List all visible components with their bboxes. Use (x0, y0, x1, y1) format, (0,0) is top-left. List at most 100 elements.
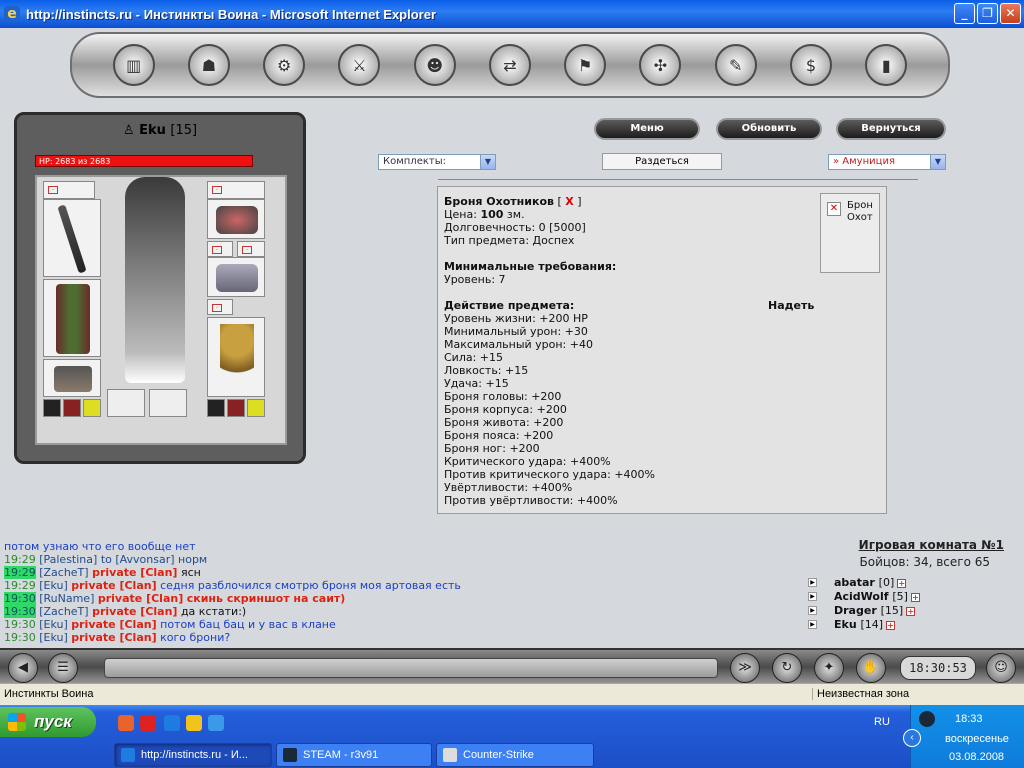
chat-nick[interactable]: [Eku] (39, 631, 68, 644)
taskbar-item[interactable]: STEAM - r3v91 (276, 743, 432, 767)
sword-icon[interactable]: ⚔ (338, 44, 381, 86)
slot-ring-3[interactable] (83, 399, 101, 417)
chevron-left-icon[interactable]: ‹ (903, 729, 921, 747)
player-add-icon[interactable]: + (906, 606, 916, 616)
back-arrow-button[interactable]: ◀ (8, 653, 38, 683)
chat-private-tag[interactable]: private [Clan] (71, 579, 156, 592)
chat-nick[interactable]: [ZacheT] (39, 605, 88, 618)
back-button[interactable]: Вернуться (836, 118, 946, 140)
quicklaunch-media-icon[interactable] (186, 715, 202, 731)
slot-gloves[interactable] (207, 199, 265, 239)
slot-ring-5[interactable] (227, 399, 245, 417)
forward-button[interactable]: ≫ (730, 653, 760, 683)
slot-boots-right[interactable] (149, 389, 187, 417)
tray-clock[interactable]: 18:33 (955, 713, 983, 725)
player-add-icon[interactable]: + (910, 592, 920, 602)
player-expand-icon[interactable]: ▶ (808, 592, 817, 601)
sets-select[interactable]: Комплекты: ▼ (378, 154, 496, 170)
gear-icon[interactable]: ⚙ (263, 44, 306, 86)
slot-small-3[interactable]: · (207, 299, 233, 315)
player-expand-icon[interactable]: ▶ (808, 606, 817, 615)
chat-nick[interactable]: [Eku] (39, 618, 68, 631)
chat-nick[interactable]: [Palestina] (39, 553, 97, 566)
taskbar-item[interactable]: http://instincts.ru - И... (114, 743, 272, 767)
player-entry[interactable]: AcidWolf [5] + (834, 590, 920, 603)
start-button[interactable]: пуск (0, 707, 96, 737)
dollar-icon[interactable]: $ (790, 44, 833, 86)
preview-line-2: Охот (847, 212, 873, 223)
chat-private-tag[interactable]: private [Clan] (98, 592, 183, 605)
close-button[interactable]: ✕ (1000, 3, 1021, 24)
chat-settings-button[interactable]: ☰ (48, 653, 78, 683)
player-expand-icon[interactable]: ▶ (808, 578, 817, 587)
chart-icon[interactable]: ▥ (112, 44, 155, 86)
quicklaunch-icon-2[interactable] (140, 715, 156, 731)
maximize-button[interactable]: ❐ (977, 3, 998, 24)
slot-ring-4[interactable] (207, 399, 225, 417)
player-name[interactable]: Eku (834, 618, 857, 631)
slot-ring-2[interactable] (63, 399, 81, 417)
window-titlebar[interactable]: e http://instincts.ru - Инстинкты Воина … (0, 0, 1024, 28)
chat-nick[interactable]: [Eku] (39, 579, 68, 592)
player-entry[interactable]: Eku [14] + (834, 618, 896, 631)
slot-top-right[interactable]: · (207, 181, 265, 199)
slot-small-1[interactable]: · (207, 241, 233, 257)
belt-item-icon (54, 366, 92, 392)
scroll-icon[interactable]: ✎ (714, 44, 757, 86)
slot-small-2[interactable]: · (237, 241, 265, 257)
quicklaunch-icon-5[interactable] (208, 715, 224, 731)
slot-bracers[interactable] (207, 257, 265, 297)
menu-button[interactable]: Меню (594, 118, 700, 140)
chat-nick[interactable]: [RuName] (39, 592, 94, 605)
category-select[interactable]: » Амуниция ▼ (828, 154, 946, 170)
effect-line: Против увёртливости: +400% (444, 494, 618, 507)
chat-input[interactable] (104, 658, 718, 678)
chat-private-tag[interactable]: private [Clan] (92, 566, 177, 579)
taskbar-item[interactable]: Counter-Strike (436, 743, 594, 767)
map-icon[interactable]: ✣ (639, 44, 682, 86)
slot-weapon-right[interactable] (207, 317, 265, 397)
bag-icon[interactable]: ☗ (187, 44, 230, 86)
steam-tray-icon[interactable] (919, 711, 935, 727)
slot-ring-6[interactable] (247, 399, 265, 417)
player-expand-icon[interactable]: ▶ (808, 620, 817, 629)
player-add-icon[interactable]: + (886, 620, 896, 630)
refresh-chat-button[interactable]: ↻ (772, 653, 802, 683)
refresh-button[interactable]: Обновить (716, 118, 822, 140)
player-add-icon[interactable]: + (897, 578, 907, 588)
chevron-down-icon: ▼ (930, 155, 945, 169)
chat-private-tag[interactable]: private [Clan] (92, 605, 177, 618)
character-name-text[interactable]: Eku (139, 123, 166, 138)
item-remove-button[interactable]: X (565, 195, 573, 208)
chat-private-tag[interactable]: private [Clan] (71, 631, 156, 644)
face-icon[interactable]: ☻ (413, 44, 456, 86)
chat-private-tag[interactable]: private [Clan] (71, 618, 156, 631)
filter-button[interactable]: ✦ (814, 653, 844, 683)
slot-weapon-left[interactable] (43, 199, 101, 277)
quicklaunch-icon-1[interactable] (118, 715, 134, 731)
door-icon[interactable]: ▮ (865, 44, 908, 86)
player-name[interactable]: Drager (834, 604, 877, 617)
slot-ring-1[interactable] (43, 399, 61, 417)
quicklaunch-ie-icon[interactable] (164, 715, 180, 731)
slot-belt[interactable] (43, 359, 101, 397)
transfer-icon[interactable]: ⇄ (488, 44, 531, 86)
undress-button[interactable]: Раздеться (602, 153, 722, 170)
equip-button[interactable]: Надеть (768, 299, 814, 312)
language-indicator[interactable]: RU (874, 716, 890, 728)
slot-helmet-empty[interactable]: · (43, 181, 95, 199)
player-entry[interactable]: Drager [15] + (834, 604, 916, 617)
minimize-button[interactable]: _ (954, 3, 975, 24)
chat-log[interactable]: потом узнаю что его вообще нет 19:29 [Pal… (4, 540, 784, 652)
hand-button[interactable]: ✋ (856, 653, 886, 683)
smiley-button[interactable]: ☺ (986, 653, 1016, 683)
player-name[interactable]: AcidWolf (834, 590, 889, 603)
player-name[interactable]: abatar (834, 576, 875, 589)
chat-nick[interactable]: [ZacheT] (39, 566, 88, 579)
room-title[interactable]: Игровая комната №1 (859, 538, 1004, 552)
slot-boots-left[interactable] (107, 389, 145, 417)
flag-icon[interactable]: ⚑ (564, 44, 607, 86)
player-entry[interactable]: abatar [0] + (834, 576, 907, 589)
slot-legs[interactable] (43, 279, 101, 357)
equipment-area: · · · · · (35, 175, 287, 445)
